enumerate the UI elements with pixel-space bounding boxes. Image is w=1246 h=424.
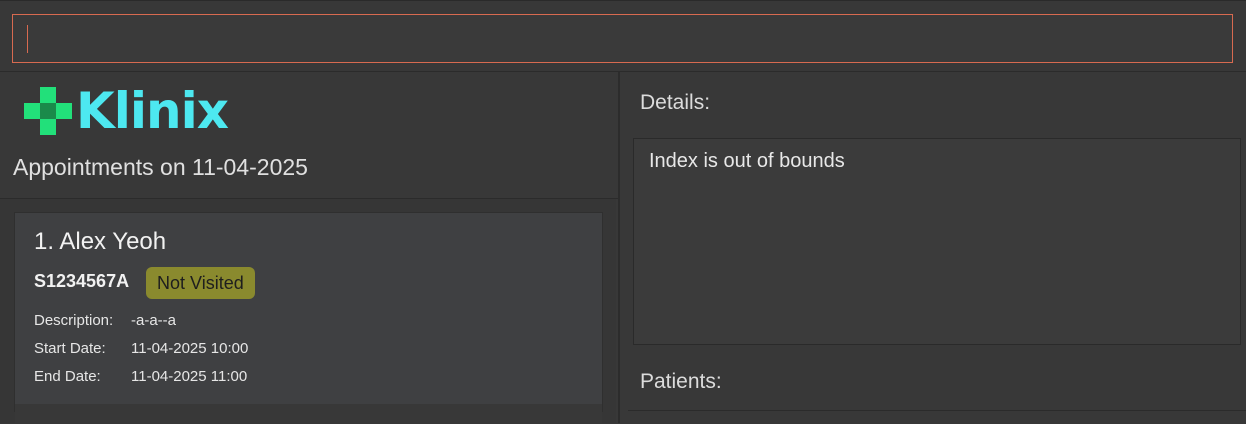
appointment-card[interactable]: 1. Alex Yeoh S1234567A Not Visited Descr… — [14, 212, 603, 424]
card-footer — [15, 404, 602, 424]
command-input[interactable] — [12, 14, 1233, 63]
end-date-value: 11-04-2025 11:00 — [131, 368, 248, 385]
start-date-label: Start Date: — [34, 340, 106, 357]
details-label: Details: — [640, 91, 711, 114]
medical-cross-icon — [24, 87, 72, 135]
appointments-panel: Klinix Appointments on 11-04-2025 1. Ale… — [0, 72, 618, 424]
details-output: Index is out of bounds — [633, 138, 1241, 345]
divider — [628, 410, 1246, 411]
description-value: -a-a--a — [131, 312, 177, 329]
appointments-heading: Appointments on 11-04-2025 — [13, 154, 308, 180]
description-label: Description: — [34, 312, 114, 329]
details-message: Index is out of bounds — [649, 150, 845, 172]
appointment-list[interactable]: 1. Alex Yeoh S1234567A Not Visited Descr… — [0, 199, 616, 424]
patient-nric: S1234567A — [34, 271, 130, 291]
app-logo: Klinix — [24, 82, 229, 140]
command-bar — [0, 0, 1246, 73]
patients-label: Patients: — [640, 370, 722, 393]
app-name: Klinix — [76, 82, 229, 140]
status-badge: Not Visited — [146, 267, 255, 299]
text-caret — [27, 25, 28, 53]
patient-name: 1. Alex Yeoh — [34, 228, 167, 255]
details-panel: Details: Index is out of bounds Patients… — [620, 72, 1246, 423]
end-date-label: End Date: — [34, 368, 101, 385]
start-date-value: 11-04-2025 10:00 — [131, 340, 249, 357]
